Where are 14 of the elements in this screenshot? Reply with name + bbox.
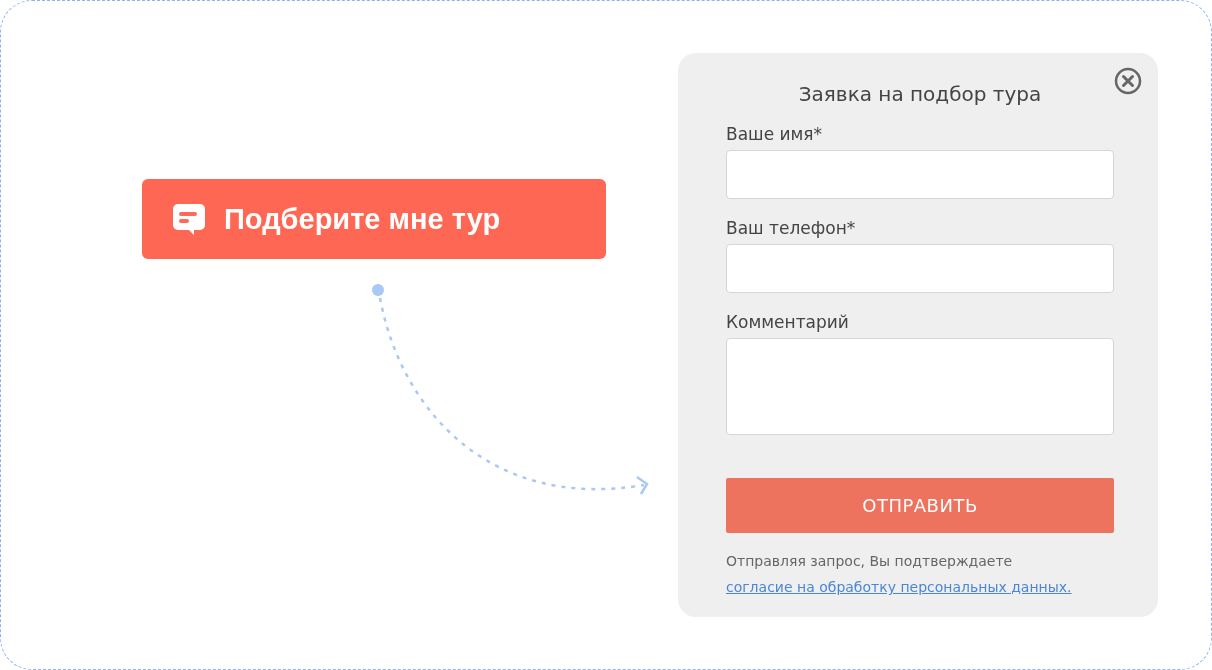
submit-button[interactable]: ОТПРАВИТЬ [726,478,1114,533]
input-field[interactable] [726,150,1114,199]
field-label: Ваш телефон* [726,217,857,240]
field-label: Ваше имя* [726,123,824,146]
field-label: Комментарий [726,311,850,334]
close-icon[interactable] [1114,67,1142,95]
input-field[interactable] [726,244,1114,293]
form-title: Заявка на подбор тура [797,81,1043,108]
connector-dot [372,284,384,296]
cta-button[interactable]: Подберите мне тур [142,179,606,259]
chat-icon [172,202,206,236]
comment-field[interactable] [726,338,1114,435]
consent-text: Отправляя запрос, Вы подтверждаете [726,552,1014,571]
consent-link[interactable]: согласие на обработку персональных данных. [726,575,1072,599]
